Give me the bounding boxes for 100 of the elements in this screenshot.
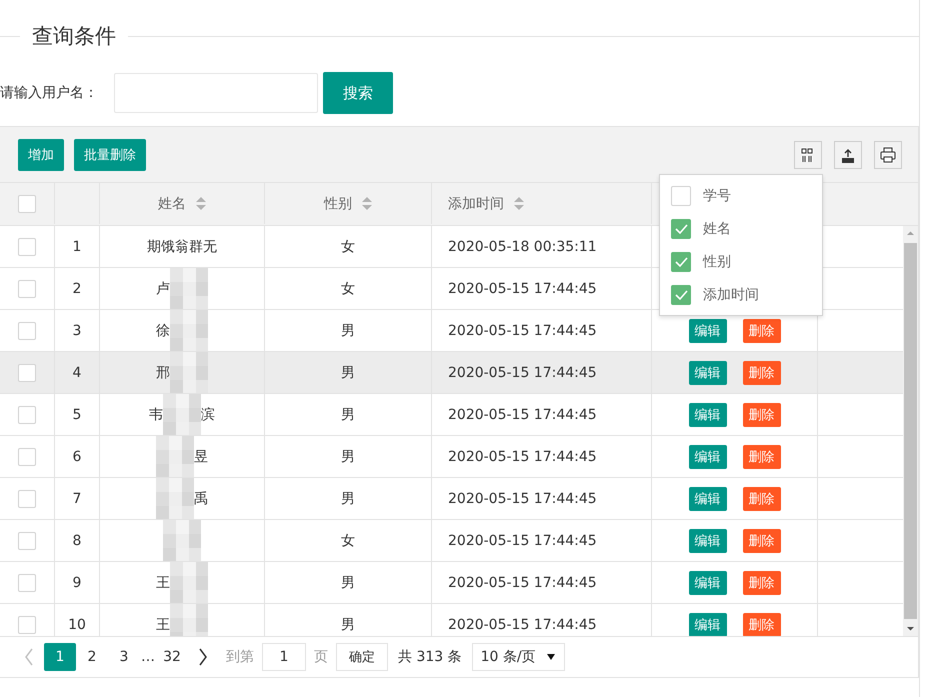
table-row[interactable]: 9 王 男 2020-05-15 17:44:45 编辑 删除	[0, 562, 903, 604]
column-checkbox[interactable]	[671, 218, 691, 238]
menu-item-label[interactable]: 性别	[703, 252, 731, 270]
delete-button[interactable]: 删除	[742, 528, 780, 552]
delete-button[interactable]: 删除	[742, 402, 780, 426]
field-label: 请输入用户名：	[0, 84, 98, 102]
chevron-right-icon	[198, 648, 208, 666]
page-button[interactable]: 3	[108, 643, 140, 671]
table-cell: 男	[341, 322, 355, 340]
column-header[interactable]: 添加时间	[448, 194, 504, 212]
row-checkbox[interactable]	[18, 406, 36, 424]
table-cell: 2020-05-15 17:44:45	[448, 364, 597, 380]
table-cell: 2020-05-15 17:44:45	[448, 280, 597, 296]
sort-icon[interactable]	[362, 197, 372, 210]
row-number: 5	[72, 406, 82, 422]
row-number: 9	[72, 574, 82, 590]
row-checkbox[interactable]	[18, 574, 36, 592]
page-size-select[interactable]: 10 条/页	[472, 643, 565, 671]
table-row[interactable]: 6 昱 男 2020-05-15 17:44:45 编辑 删除	[0, 436, 903, 478]
delete-button[interactable]: 删除	[742, 318, 780, 342]
table-row[interactable]: 8 女 2020-05-15 17:44:45 编辑 删除	[0, 520, 903, 562]
table-cell: 男	[341, 574, 355, 592]
row-number: 10	[68, 616, 86, 632]
table-row[interactable]: 5 韦 滨 男 2020-05-15 17:44:45 编辑 删除	[0, 394, 903, 436]
table-cell: 女	[341, 238, 355, 256]
sort-icon[interactable]	[514, 197, 524, 210]
table-cell: 女	[341, 532, 355, 550]
table-cell: 2020-05-18 00:35:11	[448, 238, 597, 254]
edit-button[interactable]: 编辑	[688, 570, 726, 594]
edit-button[interactable]: 编辑	[688, 528, 726, 552]
table-cell: 2020-05-15 17:44:45	[448, 574, 597, 590]
sort-icon[interactable]	[196, 197, 206, 210]
row-number: 3	[72, 322, 82, 338]
page-button[interactable]: 2	[76, 643, 108, 671]
table-row[interactable]: 7 禹 男 2020-05-15 17:44:45 编辑 删除	[0, 478, 903, 520]
row-number: 7	[72, 490, 82, 506]
name-text: 卢	[156, 280, 170, 298]
page-button[interactable]: 32	[156, 643, 188, 671]
chevron-left-icon	[24, 648, 34, 666]
export-button[interactable]	[834, 140, 862, 168]
row-checkbox[interactable]	[18, 490, 36, 508]
name-text: 禹	[194, 490, 208, 508]
row-number: 4	[72, 364, 82, 380]
menu-item-label[interactable]: 添加时间	[703, 286, 759, 304]
table-cell: 男	[341, 406, 355, 424]
delete-button[interactable]: 删除	[742, 444, 780, 468]
delete-button[interactable]: 删除	[742, 486, 780, 510]
edit-button[interactable]: 编辑	[688, 360, 726, 384]
table-row[interactable]: 4 邢 男 2020-05-15 17:44:45 编辑 删除	[0, 352, 903, 394]
edit-button[interactable]: 编辑	[688, 612, 726, 636]
table-cell: 2020-05-15 17:44:45	[448, 406, 597, 422]
name-text: 邢	[156, 364, 170, 382]
row-checkbox[interactable]	[18, 448, 36, 466]
table-cell: 男	[341, 490, 355, 508]
page-input[interactable]: 1	[262, 643, 306, 671]
column-header[interactable]: 性别	[324, 194, 352, 212]
table-cell: 2020-05-15 17:44:45	[448, 532, 597, 548]
menu-item-label[interactable]: 学号	[703, 186, 731, 204]
row-checkbox[interactable]	[18, 322, 36, 340]
add-button[interactable]: 增加	[18, 138, 64, 170]
row-number: 6	[72, 448, 82, 464]
goto-label: 到第	[226, 648, 254, 666]
edit-button[interactable]: 编辑	[688, 444, 726, 468]
row-checkbox[interactable]	[18, 364, 36, 382]
delete-button[interactable]: 删除	[742, 570, 780, 594]
name-text: 滨	[201, 406, 215, 424]
row-checkbox[interactable]	[18, 280, 36, 298]
page-ellipsis: …	[140, 648, 156, 667]
table-cell: 2020-05-15 17:44:45	[448, 616, 597, 632]
edit-button[interactable]: 编辑	[688, 402, 726, 426]
search-button[interactable]: 搜索	[323, 72, 393, 114]
edit-button[interactable]: 编辑	[688, 318, 726, 342]
search-field[interactable]	[114, 73, 318, 113]
columns-button[interactable]	[794, 140, 822, 168]
name-text: 徐	[156, 322, 170, 340]
select-all-checkbox[interactable]	[18, 194, 36, 212]
name-text: 王	[156, 616, 170, 634]
column-checkbox[interactable]	[671, 284, 691, 304]
scrollbar[interactable]	[903, 226, 918, 636]
table-cell: 男	[341, 448, 355, 466]
row-number: 1	[72, 238, 82, 254]
table-cell: 2020-05-15 17:44:45	[448, 490, 597, 506]
row-checkbox[interactable]	[18, 238, 36, 256]
row-checkbox[interactable]	[18, 532, 36, 550]
table-cell: 女	[341, 280, 355, 298]
edit-button[interactable]: 编辑	[688, 486, 726, 510]
confirm-button[interactable]: 确定	[336, 643, 388, 671]
delete-button[interactable]: 删除	[742, 360, 780, 384]
row-number: 8	[72, 532, 82, 548]
delete-button[interactable]: 删除	[742, 612, 780, 636]
column-checkbox[interactable]	[671, 252, 691, 272]
print-button[interactable]	[874, 140, 902, 168]
column-header[interactable]: 姓名	[158, 194, 186, 212]
print-icon	[879, 146, 897, 164]
section-title: 查询条件	[31, 23, 117, 50]
batch-delete-button[interactable]: 批量删除	[74, 138, 146, 170]
row-checkbox[interactable]	[18, 616, 36, 634]
total-count: 共 313 条	[398, 648, 462, 666]
column-checkbox[interactable]	[671, 186, 691, 206]
page-button[interactable]: 1	[44, 643, 76, 671]
